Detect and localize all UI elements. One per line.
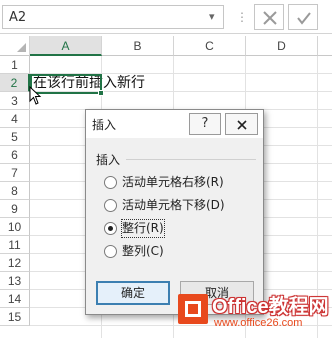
help-button[interactable]: ? [189,113,221,135]
formula-bar: A2 ▾ ⋮ [0,0,332,34]
watermark: Office教程网 www.office26.com [178,290,332,338]
column-header-e-partial[interactable] [318,36,332,56]
option-entire-row[interactable]: 整行(R) [104,219,254,238]
radio-button[interactable] [104,245,117,258]
row-header-9[interactable]: 9 [0,200,30,218]
name-box[interactable]: A2 ▾ [2,5,224,29]
row-header-11[interactable]: 11 [0,236,30,254]
option-label: 活动单元格下移(D) [122,198,225,212]
close-icon [263,11,277,25]
mouse-pointer-icon [29,86,42,105]
row-header-14[interactable]: 14 [0,290,30,308]
dialog-title-bar[interactable]: 插入 ? [86,110,263,138]
row-header-3[interactable]: 3 [0,92,30,110]
watermark-url: www.office26.com [214,317,303,329]
check-icon [297,12,311,25]
ok-button[interactable]: 确定 [96,281,170,305]
fill-handle[interactable] [98,90,104,96]
close-button[interactable] [225,113,258,135]
row-header-2[interactable]: 2 [0,74,30,92]
row-header-1[interactable]: 1 [0,56,30,74]
row-header-8[interactable]: 8 [0,182,30,200]
row-header-15[interactable]: 15 [0,308,30,326]
formula-bar-separator: ⋮ [236,10,248,24]
radio-button[interactable] [104,176,117,189]
column-header-a[interactable]: A [30,36,102,56]
row-header-12[interactable]: 12 [0,254,30,272]
select-all-corner[interactable] [0,36,30,56]
name-box-value: A2 [9,10,27,25]
option-shift-right[interactable]: 活动单元格右移(R) [104,174,254,192]
row-header-5[interactable]: 5 [0,128,30,146]
office-logo-icon [178,294,208,324]
radio-button-selected[interactable] [104,222,117,235]
watermark-title: Office教程网 [212,296,329,318]
cancel-entry-button[interactable] [254,4,284,30]
row-header-7[interactable]: 7 [0,164,30,182]
row-header-10[interactable]: 10 [0,218,30,236]
option-shift-down[interactable]: 活动单元格下移(D) [104,197,254,215]
radio-button[interactable] [104,199,117,212]
dialog-title: 插入 [92,118,117,132]
chevron-down-icon[interactable]: ▾ [209,10,215,23]
row-header-13[interactable]: 13 [0,272,30,290]
insert-group-label: 插入 [96,153,121,167]
close-icon [237,120,247,130]
row-header-4[interactable]: 4 [0,110,30,128]
option-label: 整列(C) [122,244,164,258]
column-header-d[interactable]: D [246,36,318,56]
column-header-b[interactable]: B [102,36,174,56]
option-label: 整行(R) [121,219,165,238]
option-label: 活动单元格右移(R) [122,175,224,189]
option-entire-column[interactable]: 整列(C) [104,243,254,261]
column-header-c[interactable]: C [174,36,246,56]
confirm-entry-button[interactable] [288,4,318,30]
group-divider [126,159,256,160]
insert-dialog: 插入 ? 插入 活动单元格右移(R) 活动单元格下移(D) 整行(R) 整列(C… [85,109,264,315]
row-header-6[interactable]: 6 [0,146,30,164]
